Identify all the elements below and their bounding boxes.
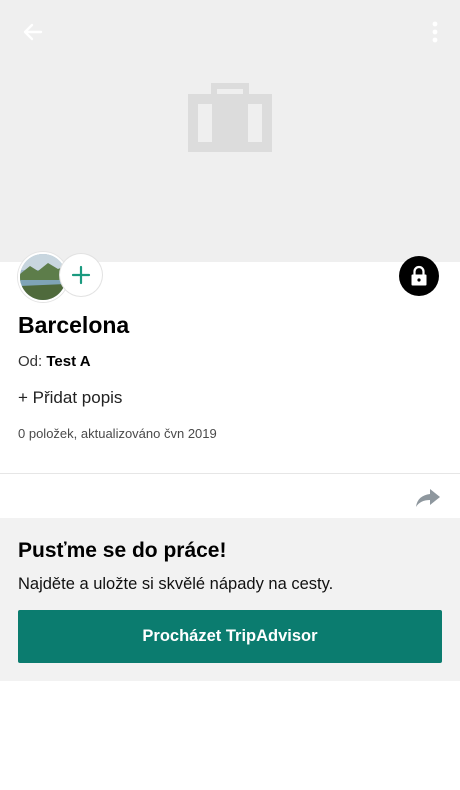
privacy-lock-button[interactable]: [399, 256, 439, 296]
empty-state-subtitle: Najděte a uložte si skvělé nápady na ces…: [18, 575, 334, 593]
plus-icon: [71, 265, 91, 285]
landscape-avatar-image: [20, 254, 66, 300]
share-icon: [416, 489, 440, 507]
empty-state-panel: Pusťme se do práce! Najděte a uložte si …: [0, 518, 460, 681]
author-name[interactable]: Test A: [46, 353, 90, 370]
share-button[interactable]: [412, 484, 444, 512]
trip-meta: 0 položek, aktualizováno čvn 2019: [18, 426, 217, 441]
by-label: Od:: [18, 353, 43, 370]
author-line: Od: Test A: [18, 353, 91, 370]
divider: [0, 473, 460, 474]
browse-tripadvisor-button[interactable]: Procházet TripAdvisor: [18, 610, 442, 663]
empty-state-heading: Pusťme se do práce!: [18, 539, 227, 562]
more-vertical-icon: [432, 21, 438, 43]
more-options-button[interactable]: [420, 14, 450, 50]
add-description-link[interactable]: + Přidat popis: [18, 388, 122, 408]
trip-title: Barcelona: [18, 312, 130, 338]
add-collaborator-button[interactable]: [60, 254, 102, 296]
back-button[interactable]: [14, 14, 50, 50]
trip-cover-image: [0, 0, 460, 262]
suitcase-icon: [188, 83, 272, 152]
back-arrow-icon: [23, 23, 43, 41]
lock-icon: [411, 265, 427, 286]
